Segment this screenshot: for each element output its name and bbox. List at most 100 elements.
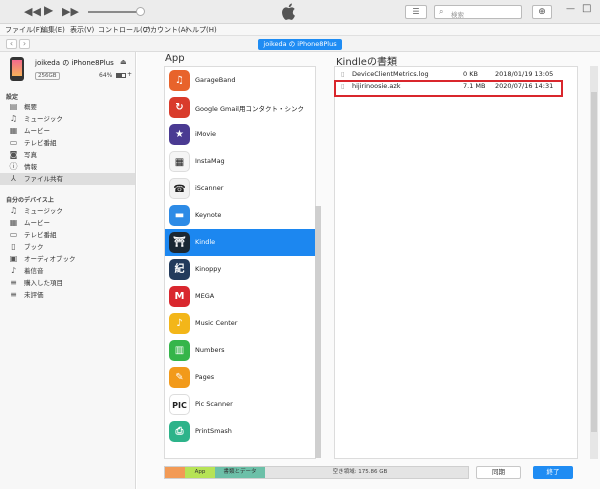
back-button[interactable]: ‹ <box>6 39 17 49</box>
device-tab[interactable]: joikeda の iPhone8Plus <box>258 39 342 50</box>
app-icon: ▥ <box>169 340 190 361</box>
tv-icon: ▭ <box>9 138 18 147</box>
eject-icon[interactable]: ⏏ <box>120 58 127 66</box>
play-icon[interactable]: ▶ <box>44 4 53 16</box>
document-date: 2018/01/19 13:05 <box>495 70 554 78</box>
done-button[interactable]: 終了 <box>533 466 573 479</box>
sidebar-item-tv[interactable]: ▭ テレビ番組 <box>0 137 135 149</box>
app-icon: ♪ <box>169 313 190 334</box>
playlist-icon: ≡ <box>10 290 17 299</box>
document-name: DeviceClientMetrics.log <box>352 70 429 78</box>
book-icon: ▯ <box>11 242 16 251</box>
download-icon[interactable]: ⊕ <box>532 5 552 19</box>
app-row[interactable]: ⎙ PrintSmash <box>165 418 315 445</box>
app-row[interactable]: ✎ Pages <box>165 364 315 391</box>
menu-help[interactable]: ヘルプ(H) <box>185 25 217 35</box>
list-view-icon[interactable]: ☰ <box>405 5 427 19</box>
storage-segment-other <box>165 467 185 478</box>
app-row[interactable]: ☎ iScanner <box>165 175 315 202</box>
sidebar-item-music[interactable]: ♫ ミュージック <box>0 113 135 125</box>
minimize-icon[interactable]: — <box>566 4 575 14</box>
sidebar-item-movies[interactable]: ▦ ムービー <box>0 125 135 137</box>
app-row[interactable]: M MEGA <box>165 283 315 310</box>
app-name: Keynote <box>195 211 222 219</box>
device-name: joikeda の iPhone8Plus <box>35 59 114 67</box>
menu-edit[interactable]: 編集(E) <box>41 25 65 35</box>
bell-icon: ♪ <box>10 266 17 275</box>
app-icon: ★ <box>169 124 190 145</box>
app-icon: ▦ <box>169 151 190 172</box>
app-row[interactable]: ▬ Keynote <box>165 202 315 229</box>
settings-heading: 設定 <box>6 94 19 101</box>
app-list: ♫ GarageBand ↻ Google Gmail用コンタクト・シンク ★ iMovi… <box>164 66 316 459</box>
rewind-icon[interactable]: ◀◀ <box>24 6 41 17</box>
music-note-icon: ♫ <box>9 206 18 215</box>
documents-scrollbar[interactable] <box>591 92 597 432</box>
sidebar-item-device-music[interactable]: ♫ ミュージック <box>0 205 135 217</box>
app-row[interactable]: ♪ Music Center <box>165 310 315 337</box>
app-name: Music Center <box>195 319 238 327</box>
maximize-icon[interactable]: □ <box>582 3 591 14</box>
app-row[interactable]: PIC Pic Scanner <box>165 391 315 418</box>
volume-slider[interactable] <box>88 11 140 13</box>
sidebar-item-summary[interactable]: ▤ 概要 <box>0 101 135 113</box>
search-input[interactable]: ⌕ 検索 <box>434 5 522 19</box>
app-row[interactable]: ▦ InstaMag <box>165 148 315 175</box>
app-icon: 紀 <box>169 259 190 280</box>
app-row[interactable]: ⛩ Kindle <box>165 229 315 256</box>
fast-forward-icon[interactable]: ▶▶ <box>62 6 79 17</box>
menu-account[interactable]: アカウント(A) <box>143 25 188 35</box>
app-icon: ↻ <box>169 97 190 118</box>
sidebar-item-file-sharing[interactable]: ⅄ ファイル共有 <box>0 173 135 185</box>
document-size: 0 KB <box>463 70 478 78</box>
app-icon: ⛩ <box>169 232 190 253</box>
sidebar-item-device-purchased[interactable]: ≡ 購入した項目 <box>0 277 135 289</box>
highlight-box <box>334 80 563 97</box>
charging-icon: + <box>127 71 133 78</box>
nav-row: ‹ › joikeda の iPhone8Plus <box>0 36 600 52</box>
app-row[interactable]: ♫ GarageBand <box>165 67 315 94</box>
app-name: InstaMag <box>195 157 225 165</box>
battery-level: 64% <box>99 72 113 79</box>
app-icon: ⎙ <box>169 421 190 442</box>
file-sharing-icon: ⅄ <box>11 174 16 183</box>
search-placeholder: 検索 <box>451 11 464 19</box>
film-icon: ▦ <box>9 126 18 135</box>
app-list-scrollbar[interactable] <box>315 206 321 458</box>
app-name: iMovie <box>195 130 217 138</box>
document-row[interactable]: ▯ DeviceClientMetrics.log 0 KB 2018/01/19 1… <box>335 68 577 80</box>
menu-file[interactable]: ファイル(F) <box>5 25 43 35</box>
menu-view[interactable]: 表示(V) <box>70 25 94 35</box>
app-name: iScanner <box>195 184 224 192</box>
storage-free-label: 空き領域: 175.86 GB <box>332 469 388 475</box>
sidebar-item-device-unrated[interactable]: ≡ 未評価 <box>0 289 135 301</box>
volume-knob[interactable] <box>136 7 145 16</box>
sync-button[interactable]: 同期 <box>476 466 521 479</box>
camera-icon: ◙ <box>9 150 18 159</box>
app-row[interactable]: ↻ Google Gmail用コンタクト・シンク <box>165 94 315 121</box>
app-name: MEGA <box>195 292 215 300</box>
documents-list: ▯ DeviceClientMetrics.log 0 KB 2018/01/19 1… <box>334 66 578 459</box>
sidebar-item-device-tones[interactable]: ♪ 着信音 <box>0 265 135 277</box>
app-icon: ▬ <box>169 205 190 226</box>
forward-button[interactable]: › <box>19 39 30 49</box>
sidebar-item-info[interactable]: ⓘ 情報 <box>0 161 135 173</box>
storage-segment-app: App <box>185 467 215 478</box>
app-list-heading: App <box>165 53 185 64</box>
sidebar-item-photos[interactable]: ◙ 写真 <box>0 149 135 161</box>
sidebar-item-device-books[interactable]: ▯ ブック <box>0 241 135 253</box>
sidebar-item-device-movies[interactable]: ▦ ムービー <box>0 217 135 229</box>
app-name: Google Gmail用コンタクト・シンク <box>195 105 304 113</box>
app-row[interactable]: ▥ Numbers <box>165 337 315 364</box>
app-name: Numbers <box>195 346 225 354</box>
app-name: Kindle <box>195 238 216 246</box>
app-icon: ✎ <box>169 367 190 388</box>
info-icon: ⓘ <box>9 162 18 171</box>
app-name: Kinoppy <box>195 265 222 273</box>
app-icon: ♫ <box>169 70 190 91</box>
app-row[interactable]: ★ iMovie <box>165 121 315 148</box>
app-icon: M <box>169 286 190 307</box>
app-row[interactable]: 紀 Kinoppy <box>165 256 315 283</box>
sidebar-item-device-tv[interactable]: ▭ テレビ番組 <box>0 229 135 241</box>
sidebar-item-device-audiobooks[interactable]: ▣ オーディオブック <box>0 253 135 265</box>
